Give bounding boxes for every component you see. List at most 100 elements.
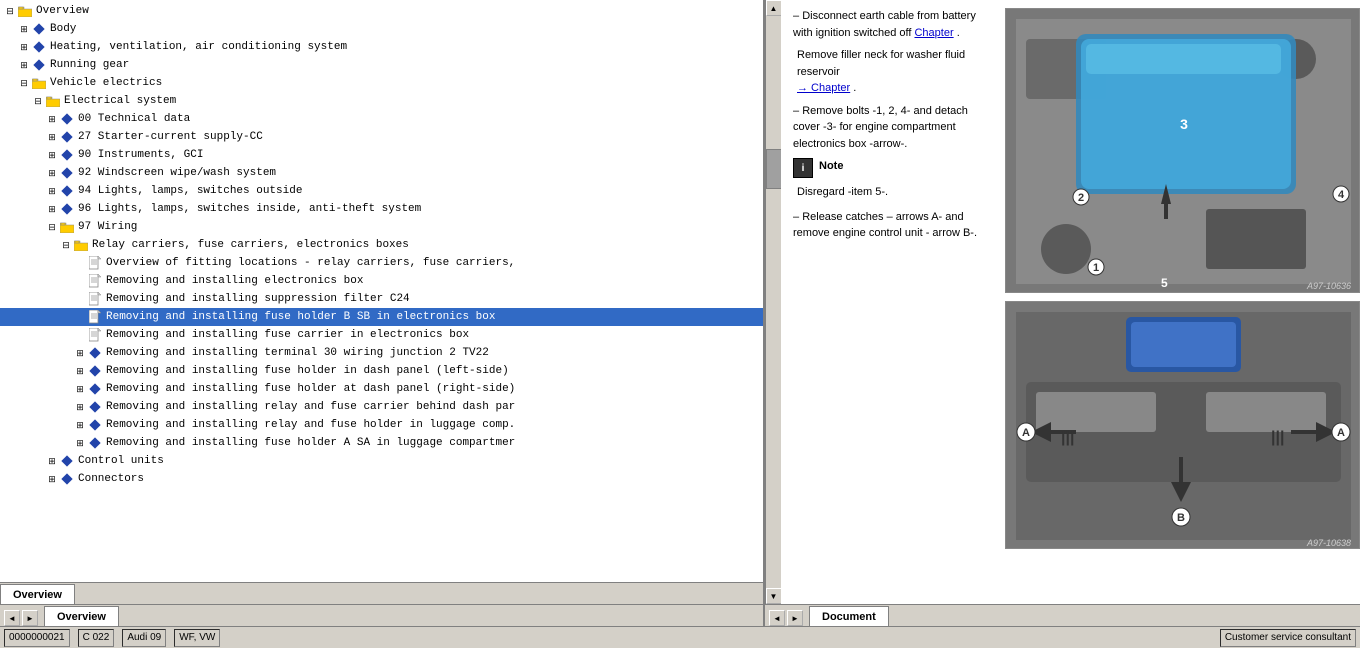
tree-item[interactable]: Overview of fitting locations - relay ca…: [0, 254, 763, 272]
diamond-icon: [31, 57, 47, 73]
scroll-down-btn[interactable]: ▼: [766, 588, 782, 604]
expand-icon[interactable]: ⊞: [74, 347, 86, 359]
tree-item[interactable]: ⊞ 94 Lights, lamps, switches outside: [0, 182, 763, 200]
tree-item[interactable]: ⊟Relay carriers, fuse carriers, electron…: [0, 236, 763, 254]
tab-left-overview-label: Overview: [57, 611, 106, 623]
tree-item[interactable]: ⊞Connectors: [0, 470, 763, 488]
svg-text:B: B: [1177, 512, 1185, 524]
tree-item-label: 90 Instruments, GCI: [78, 149, 203, 161]
tree-item[interactable]: ⊞Removing and installing fuse holder at …: [0, 380, 763, 398]
note-label: Note: [819, 158, 843, 175]
tree-item-label: Removing and installing electronics box: [106, 275, 363, 287]
tree-item[interactable]: Removing and installing electronics box: [0, 272, 763, 290]
tree-item[interactable]: ⊞Running gear: [0, 56, 763, 74]
expand-icon[interactable]: ⊟: [18, 77, 30, 89]
expand-icon[interactable]: ⊞: [74, 419, 86, 431]
nav-next-btn[interactable]: ►: [22, 610, 38, 626]
tree-item[interactable]: ⊞Removing and installing fuse holder A S…: [0, 434, 763, 452]
status-page-info: 0000000021: [4, 629, 70, 647]
tree-item[interactable]: ⊞Removing and installing relay and fuse …: [0, 416, 763, 434]
expand-icon[interactable]: ⊞: [74, 365, 86, 377]
expand-icon[interactable]: ⊞: [74, 437, 86, 449]
dash-1: –: [793, 10, 802, 22]
tab-left-overview[interactable]: Overview: [44, 606, 119, 626]
diamond-icon: [31, 39, 47, 55]
tree-item[interactable]: Removing and installing suppression filt…: [0, 290, 763, 308]
diamond-icon: [59, 165, 75, 181]
tree-item[interactable]: ⊞ Removing and installing fuse holder in …: [0, 362, 763, 380]
tab-document[interactable]: Document: [809, 606, 889, 626]
tree-item-label: Body: [50, 23, 76, 35]
tree-item[interactable]: ⊟ Overview: [0, 2, 763, 20]
expand-icon[interactable]: [74, 293, 86, 305]
expand-icon[interactable]: ⊞: [46, 473, 58, 485]
svg-text:A97-10638: A97-10638: [1306, 538, 1351, 548]
svg-text:|||: |||: [1061, 429, 1074, 446]
page-info-text: 0000000021: [9, 632, 65, 643]
tree-item[interactable]: ⊟Vehicle electrics: [0, 74, 763, 92]
tree-item[interactable]: Removing and installing fuse carrier in …: [0, 326, 763, 344]
note-icon: i: [793, 158, 813, 178]
tree-item[interactable]: ⊞ 90 Instruments, GCI: [0, 146, 763, 164]
diamond-icon: [59, 201, 75, 217]
scroll-thumb[interactable]: [766, 149, 782, 189]
tree-container[interactable]: ⊟ Overview ⊞ Body ⊞Heating, ventilation, air…: [0, 0, 763, 582]
expand-icon[interactable]: ⊞: [18, 23, 30, 35]
expand-icon[interactable]: ⊞: [46, 203, 58, 215]
tree-item[interactable]: ⊞Heating, ventilation, air conditioning …: [0, 38, 763, 56]
expand-icon[interactable]: ⊞: [46, 113, 58, 125]
tree-item-label: 27 Starter-current supply-CC: [78, 131, 263, 143]
tree-item[interactable]: Removing and installing fuse holder B SB…: [0, 308, 763, 326]
tree-item[interactable]: ⊞Removing and installing terminal 30 wir…: [0, 344, 763, 362]
right-nav-next-btn[interactable]: ►: [787, 610, 803, 626]
tree-item[interactable]: ⊞92 Windscreen wipe/wash system: [0, 164, 763, 182]
expand-icon[interactable]: [74, 257, 86, 269]
tree-item[interactable]: ⊟ 97 Wiring: [0, 218, 763, 236]
left-scrollbar[interactable]: ▲ ▼: [765, 0, 781, 604]
expand-icon[interactable]: [74, 329, 86, 341]
diamond-icon: [87, 399, 103, 415]
status-car-model: Audi 09: [122, 629, 166, 647]
tree-item[interactable]: ⊞ Body: [0, 20, 763, 38]
nav-prev-btn[interactable]: ◄: [4, 610, 20, 626]
expand-icon[interactable]: [74, 311, 86, 323]
expand-icon[interactable]: ⊞: [46, 167, 58, 179]
expand-icon[interactable]: ⊞: [46, 149, 58, 161]
chapter-link-1[interactable]: Chapter: [914, 27, 953, 39]
expand-icon[interactable]: ⊞: [18, 59, 30, 71]
scroll-up-btn[interactable]: ▲: [766, 0, 782, 16]
expand-icon[interactable]: ⊟: [46, 221, 58, 233]
right-nav-arrows[interactable]: ◄ ►: [769, 610, 803, 626]
tree-item[interactable]: ⊞ 27 Starter-current supply-CC: [0, 128, 763, 146]
tree-item[interactable]: ⊞Control units: [0, 452, 763, 470]
expand-icon[interactable]: ⊞: [74, 401, 86, 413]
tree-item[interactable]: ⊞Removing and installing relay and fuse …: [0, 398, 763, 416]
tree-item-label: Overview: [36, 5, 89, 17]
tree-item-label: Overview of fitting locations - relay ca…: [106, 257, 515, 269]
expand-icon[interactable]: ⊞: [74, 383, 86, 395]
doc-icon: [87, 327, 103, 343]
tree-item[interactable]: ⊟Electrical system: [0, 92, 763, 110]
tree-item-label: Removing and installing fuse holder in d…: [106, 365, 509, 377]
expand-icon[interactable]: ⊟: [32, 95, 44, 107]
right-nav-prev-btn[interactable]: ◄: [769, 610, 785, 626]
expand-icon[interactable]: ⊟: [60, 239, 72, 251]
expand-icon[interactable]: [74, 275, 86, 287]
chapter-link-2[interactable]: → Chapter: [797, 82, 850, 94]
note-text: Disregard -item 5-.: [793, 184, 993, 201]
tree-item[interactable]: ⊞96 Lights, lamps, switches inside, anti…: [0, 200, 763, 218]
tree-item[interactable]: ⊞00 Technical data: [0, 110, 763, 128]
tree-item-label: 94 Lights, lamps, switches outside: [78, 185, 302, 197]
tree-item-label: 97 Wiring: [78, 221, 137, 233]
tab-overview[interactable]: Overview: [0, 584, 75, 604]
instructions-text: – Disconnect earth cable from battery wi…: [793, 8, 993, 549]
left-nav-arrows[interactable]: ◄ ►: [4, 610, 38, 626]
expand-icon[interactable]: ⊞: [18, 41, 30, 53]
main-container: ⊟ Overview ⊞ Body ⊞Heating, ventilation, air…: [0, 0, 1360, 648]
diamond-icon: [87, 417, 103, 433]
expand-icon[interactable]: ⊞: [46, 131, 58, 143]
expand-icon[interactable]: ⊞: [46, 455, 58, 467]
expand-icon[interactable]: ⊟: [4, 5, 16, 17]
expand-icon[interactable]: ⊞: [46, 185, 58, 197]
right-panel[interactable]: – Disconnect earth cable from battery wi…: [781, 0, 1360, 604]
